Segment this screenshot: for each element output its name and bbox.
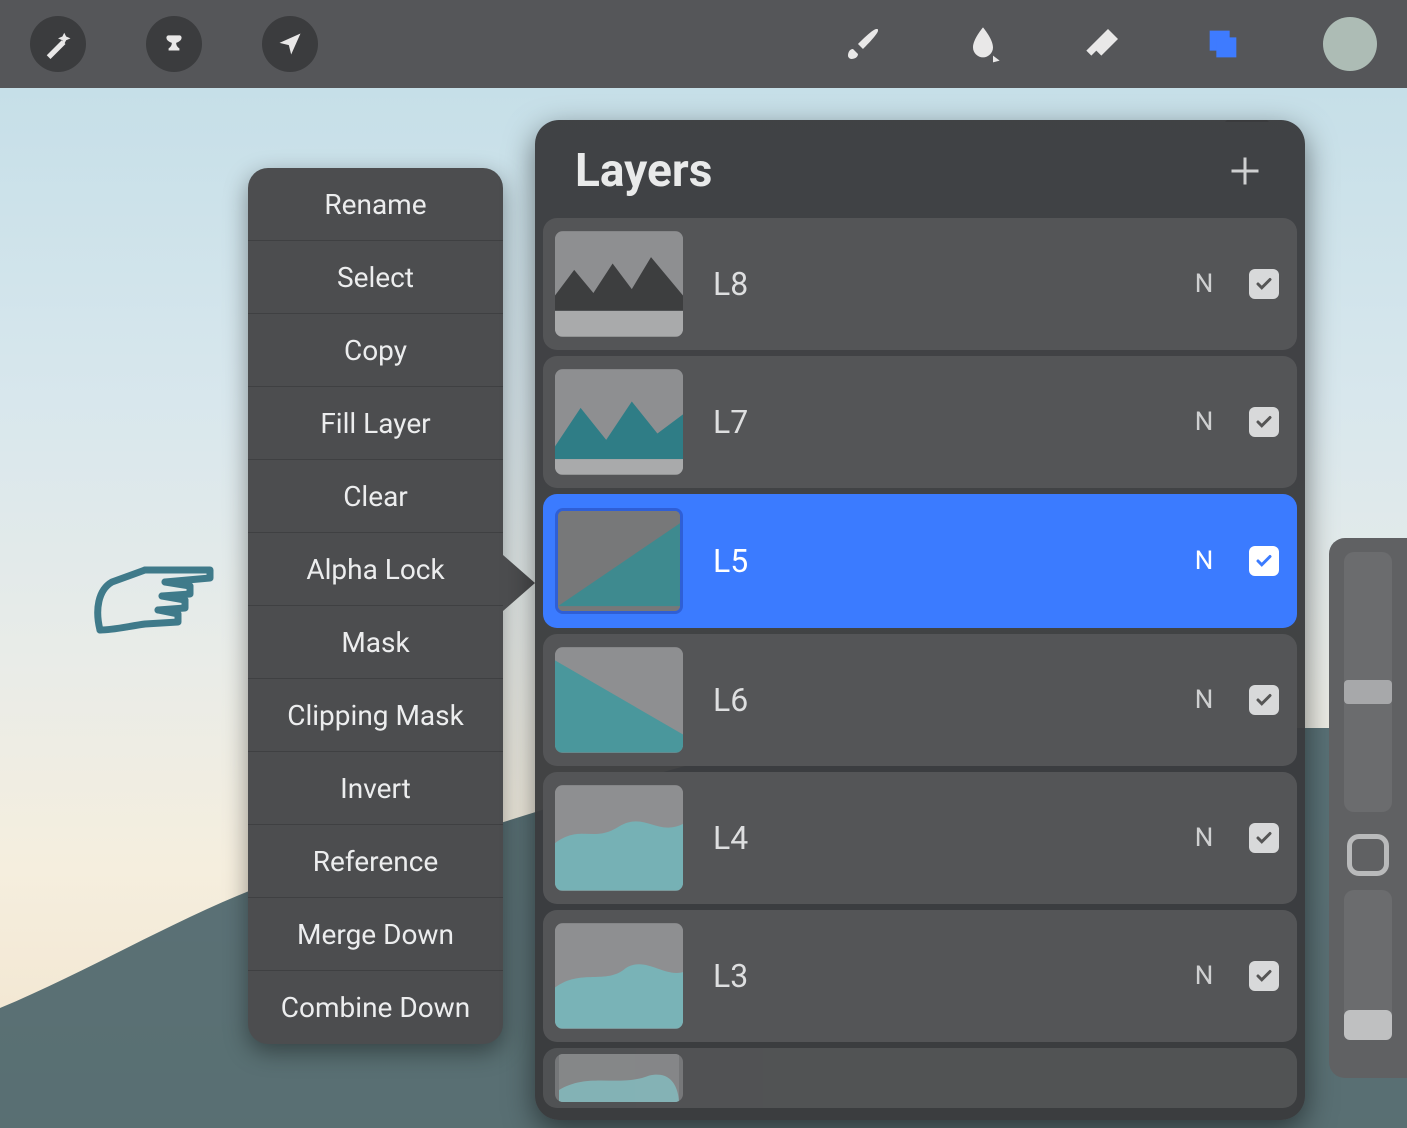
- layer-visible-checkbox[interactable]: [1249, 546, 1279, 576]
- layers-icon[interactable]: [1203, 24, 1243, 64]
- blend-mode[interactable]: N: [1189, 961, 1219, 991]
- layer-name: L4: [713, 819, 1159, 857]
- blend-mode[interactable]: N: [1189, 269, 1219, 299]
- transform-icon: [270, 24, 310, 64]
- context-combine-down[interactable]: Combine Down: [248, 971, 503, 1044]
- layer-thumbnail: [555, 785, 683, 891]
- context-merge-down[interactable]: Merge Down: [248, 898, 503, 971]
- layer-thumbnail: [555, 1054, 683, 1102]
- selection-icon: [154, 24, 194, 64]
- modify-button[interactable]: [1347, 834, 1389, 876]
- color-swatch[interactable]: [1323, 17, 1377, 71]
- layer-visible-checkbox[interactable]: [1249, 823, 1279, 853]
- layer-visible-checkbox[interactable]: [1249, 685, 1279, 715]
- layer-name: L3: [713, 957, 1159, 995]
- toolbar-right: [843, 17, 1377, 71]
- slider-handle[interactable]: [1344, 1010, 1392, 1040]
- layer-thumbnail: [555, 647, 683, 753]
- side-slider-panel: [1329, 538, 1407, 1078]
- context-invert[interactable]: Invert: [248, 752, 503, 825]
- layers-title: Layers: [575, 144, 712, 198]
- layer-row-l4[interactable]: L4 N: [543, 772, 1297, 904]
- layer-thumbnail: [555, 369, 683, 475]
- layer-row-l6[interactable]: L6 N: [543, 634, 1297, 766]
- adjustments-button[interactable]: [146, 16, 202, 72]
- slider-handle[interactable]: [1344, 680, 1392, 704]
- hand-gesture-icon: [90, 540, 220, 640]
- blend-mode[interactable]: N: [1189, 823, 1219, 853]
- blend-mode[interactable]: N: [1189, 685, 1219, 715]
- eraser-icon[interactable]: [1083, 24, 1123, 64]
- layers-header: Layers: [535, 120, 1305, 218]
- layer-row-partial[interactable]: [543, 1048, 1297, 1108]
- layer-thumbnail: [555, 923, 683, 1029]
- context-clear[interactable]: Clear: [248, 460, 503, 533]
- context-rename[interactable]: Rename: [248, 168, 503, 241]
- smudge-icon[interactable]: [963, 24, 1003, 64]
- transform-button[interactable]: [262, 16, 318, 72]
- context-select[interactable]: Select: [248, 241, 503, 314]
- context-copy[interactable]: Copy: [248, 314, 503, 387]
- layer-name: L6: [713, 681, 1159, 719]
- brush-icon[interactable]: [843, 24, 883, 64]
- top-toolbar: [0, 0, 1407, 88]
- brush-size-slider[interactable]: [1344, 552, 1392, 812]
- plus-icon: [1227, 153, 1263, 189]
- magic-wand-icon: [38, 24, 78, 64]
- layer-visible-checkbox[interactable]: [1249, 407, 1279, 437]
- layer-thumbnail: [555, 231, 683, 337]
- context-clipping-mask[interactable]: Clipping Mask: [248, 679, 503, 752]
- context-mask[interactable]: Mask: [248, 606, 503, 679]
- blend-mode[interactable]: N: [1189, 407, 1219, 437]
- layer-name: L5: [713, 542, 1159, 580]
- layer-row-l3[interactable]: L3 N: [543, 910, 1297, 1042]
- context-fill-layer[interactable]: Fill Layer: [248, 387, 503, 460]
- layers-panel: Layers L8 N L7 N L5 N: [535, 120, 1305, 1120]
- add-layer-button[interactable]: [1225, 151, 1265, 191]
- layer-row-l5[interactable]: L5 N: [543, 494, 1297, 628]
- layer-thumbnail: [555, 508, 683, 614]
- layer-list: L8 N L7 N L5 N L6 N: [535, 218, 1305, 1108]
- context-menu-arrow: [503, 555, 535, 611]
- actions-button[interactable]: [30, 16, 86, 72]
- layer-name: L7: [713, 403, 1159, 441]
- layer-row-l8[interactable]: L8 N: [543, 218, 1297, 350]
- toolbar-left: [30, 16, 318, 72]
- context-alpha-lock[interactable]: Alpha Lock: [248, 533, 503, 606]
- layer-context-menu: Rename Select Copy Fill Layer Clear Alph…: [248, 168, 503, 1044]
- blend-mode[interactable]: N: [1189, 546, 1219, 576]
- layer-name: L8: [713, 265, 1159, 303]
- layer-visible-checkbox[interactable]: [1249, 269, 1279, 299]
- layer-row-l7[interactable]: L7 N: [543, 356, 1297, 488]
- layer-visible-checkbox[interactable]: [1249, 961, 1279, 991]
- context-reference[interactable]: Reference: [248, 825, 503, 898]
- opacity-slider[interactable]: [1344, 890, 1392, 1040]
